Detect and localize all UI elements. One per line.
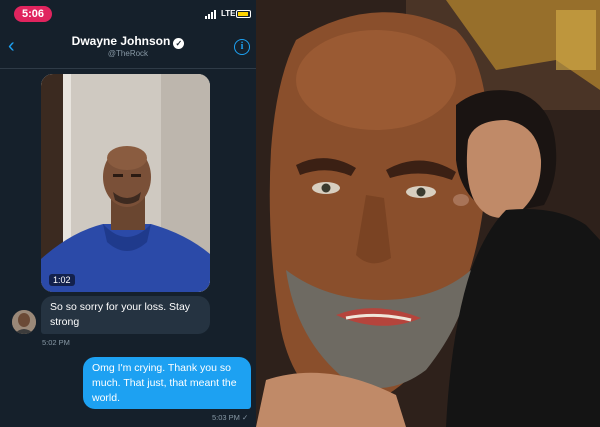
outgoing-message-bubble[interactable]: Omg I'm crying. Thank you so much. That …	[83, 357, 251, 409]
video-message[interactable]: 1:02	[41, 74, 210, 292]
battery-icon	[236, 10, 251, 18]
dm-screenshot: 5:06 LTE ‹ Dwayne Johnson ✓ @TheRock i 1…	[0, 0, 256, 427]
outgoing-message-time: 5:03 PM ✓	[212, 413, 249, 422]
avatar[interactable]	[12, 310, 36, 334]
avatar-image	[12, 310, 36, 334]
video-thumbnail	[41, 74, 210, 292]
signal-icon	[205, 10, 219, 19]
conversation-header: ‹ Dwayne Johnson ✓ @TheRock i	[0, 28, 256, 68]
contact-name-row[interactable]: Dwayne Johnson ✓	[0, 34, 256, 49]
verified-badge-icon: ✓	[173, 38, 185, 49]
network-label: LTE	[221, 9, 236, 18]
photo-with-poster	[256, 0, 600, 427]
video-duration: 1:02	[49, 274, 75, 286]
info-icon[interactable]: i	[234, 39, 250, 55]
contact-name: Dwayne Johnson	[71, 34, 171, 48]
header-divider	[0, 68, 256, 69]
status-bar: 5:06 LTE	[0, 0, 256, 28]
contact-handle: @TheRock	[107, 49, 149, 58]
poster-photo-illustration	[256, 0, 600, 427]
outgoing-time-text: 5:03 PM	[212, 413, 240, 422]
status-time: 5:06	[14, 6, 52, 22]
incoming-message-bubble[interactable]: So so sorry for your loss. Stay strong	[41, 296, 210, 334]
incoming-message-time: 5:02 PM	[42, 338, 70, 347]
